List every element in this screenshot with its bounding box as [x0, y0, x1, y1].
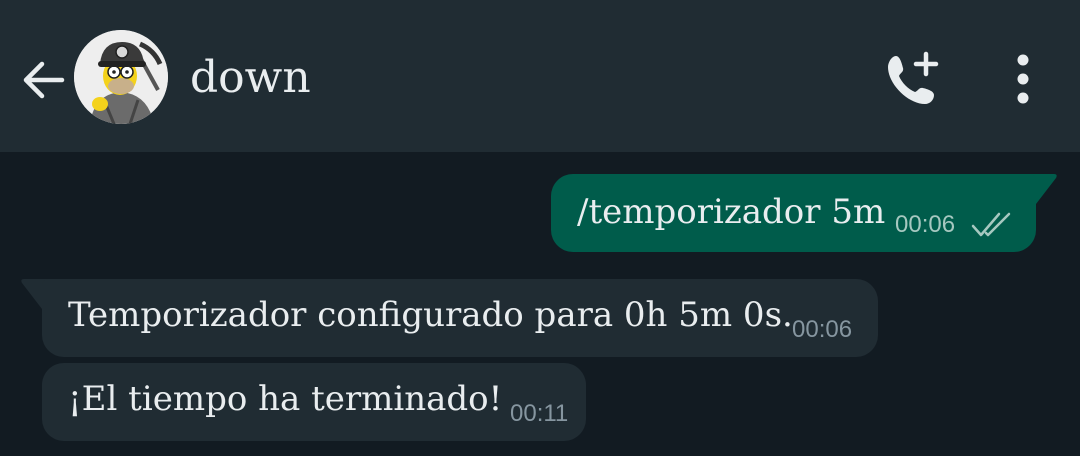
more-vertical-icon — [1017, 54, 1029, 104]
message-bubble-outgoing[interactable]: /temporizador 5m 00:06 — [551, 174, 1036, 252]
add-call-button[interactable] — [880, 48, 944, 112]
arrow-left-icon — [23, 61, 65, 99]
back-button[interactable] — [18, 54, 70, 106]
message-timestamp: 00:06 — [895, 211, 956, 238]
phone-add-icon — [888, 51, 939, 104]
message-bubble-incoming[interactable]: ¡El tiempo ha terminado! 00:11 — [42, 363, 586, 441]
message-bubble-incoming[interactable]: Temporizador configurado para 0h 5m 0s. … — [42, 279, 878, 357]
contact-avatar[interactable] — [74, 30, 168, 124]
double-check-read-icon — [971, 212, 1011, 237]
message-text: ¡El tiempo ha terminado! — [68, 379, 503, 419]
message-text: /temporizador 5m — [577, 192, 886, 232]
avatar-image — [74, 30, 168, 124]
message-timestamp: 00:11 — [510, 400, 569, 427]
message-text: Temporizador configurado para 0h 5m 0s. — [68, 295, 793, 335]
more-options-button[interactable] — [998, 50, 1048, 110]
message-timestamp: 00:06 — [792, 316, 853, 343]
chat-header: down — [0, 0, 1080, 152]
chat-name[interactable]: down — [190, 48, 311, 108]
